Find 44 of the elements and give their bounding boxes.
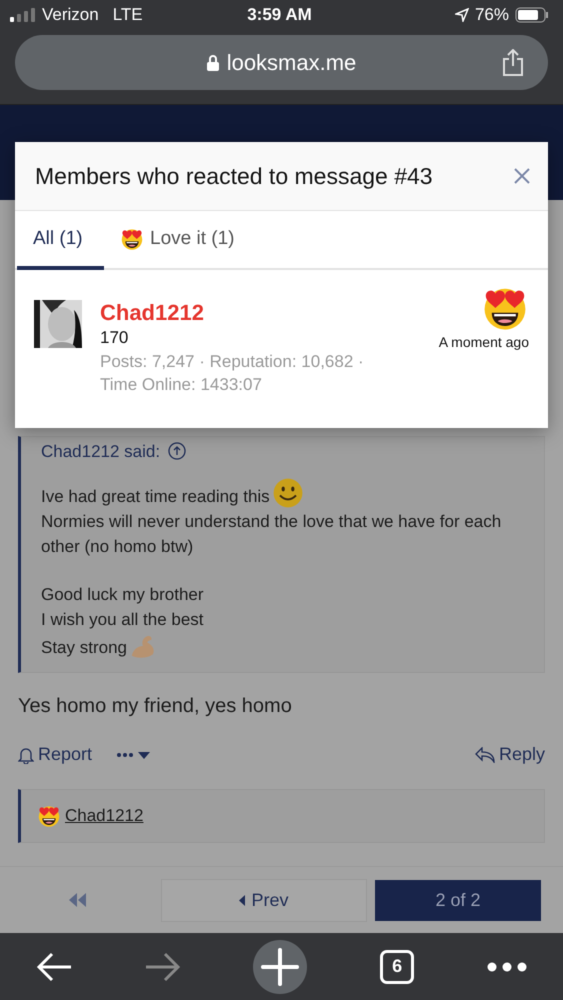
more-dots-icon[interactable] bbox=[486, 962, 527, 972]
battery-icon bbox=[515, 7, 549, 23]
heart-eyes-emoji-icon bbox=[120, 226, 144, 250]
quote-text: Good luck my brother bbox=[41, 584, 204, 606]
signal-icon bbox=[10, 8, 36, 22]
bell-icon bbox=[18, 746, 34, 764]
smiley-emoji-icon bbox=[272, 477, 304, 509]
dialog-title: Members who reacted to message #43 bbox=[35, 162, 433, 190]
back-arrow-icon[interactable] bbox=[36, 952, 72, 982]
quote-text: Ive had great time reading this bbox=[41, 486, 270, 508]
report-link[interactable]: Report bbox=[18, 744, 92, 765]
close-icon[interactable] bbox=[514, 168, 530, 184]
member-title: 170 bbox=[100, 328, 130, 348]
quote-text: Stay strong bbox=[41, 637, 127, 659]
member-stats: Posts: 7,247 · Reputation: 10,682 · Time Online: 1433:07 bbox=[100, 351, 365, 396]
arrow-up-circle-icon[interactable] bbox=[168, 442, 186, 460]
address-bar[interactable]: looksmax.me bbox=[15, 35, 548, 90]
reply-link[interactable]: Reply bbox=[474, 744, 545, 765]
carrier-name: Verizon bbox=[42, 5, 99, 25]
share-icon[interactable] bbox=[502, 49, 524, 76]
reply-arrow-icon bbox=[474, 746, 495, 762]
network-type: LTE bbox=[112, 5, 143, 25]
member-name-link[interactable]: Chad1212 bbox=[100, 300, 421, 326]
forward-arrow-icon[interactable] bbox=[144, 952, 181, 982]
reaction-user-link[interactable]: Chad1212 bbox=[65, 806, 144, 826]
prev-button[interactable]: Prev bbox=[161, 878, 367, 922]
new-tab-plus-icon[interactable] bbox=[253, 940, 308, 994]
reaction-time: A moment ago bbox=[438, 334, 529, 350]
battery-percent: 76% bbox=[474, 5, 509, 25]
clock-time: 3:59 AM bbox=[247, 5, 312, 25]
lock-icon bbox=[206, 54, 219, 70]
reaction-tab[interactable]: Love it (1) bbox=[104, 211, 250, 270]
heart-eyes-emoji-icon bbox=[37, 804, 61, 828]
quote-author[interactable]: Chad1212 said: bbox=[41, 438, 160, 464]
url-text: looksmax.me bbox=[226, 50, 356, 76]
message-text: Yes homo my friend, yes homo bbox=[18, 695, 293, 718]
location-arrow-icon bbox=[454, 8, 469, 22]
quote-text: I wish you all the best bbox=[41, 609, 204, 631]
more-options-icon[interactable] bbox=[116, 750, 150, 760]
page-indicator-button[interactable]: 2 of 2 bbox=[375, 880, 541, 920]
quote-text: Normies will never understand the love that we have for each other (no homo btw) bbox=[41, 511, 502, 558]
caret-left-icon bbox=[239, 894, 246, 906]
tab-count-button[interactable]: 6 bbox=[380, 950, 414, 984]
reaction-tab[interactable]: All (1) bbox=[17, 211, 104, 270]
